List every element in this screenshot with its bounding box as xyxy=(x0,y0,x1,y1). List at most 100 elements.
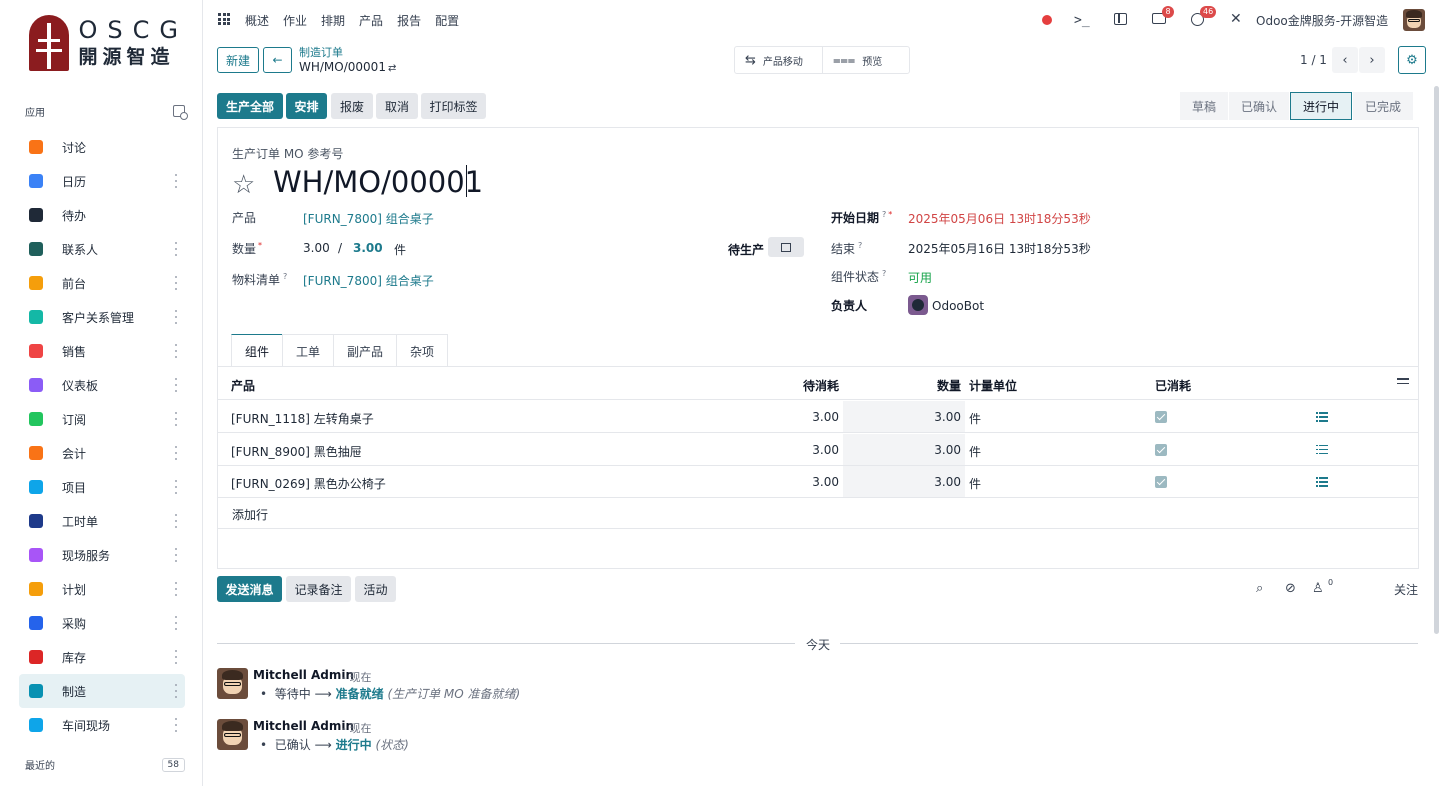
start-date-field[interactable]: 2025年05月06日 13时18分53秒 xyxy=(908,210,1091,227)
more-options-icon[interactable] xyxy=(174,718,177,732)
app-menu-grid-icon[interactable] xyxy=(218,13,230,25)
sidebar-item-contacts[interactable]: 联系人 xyxy=(19,232,185,266)
cancel-button[interactable]: 取消 xyxy=(376,93,418,119)
company-logo[interactable]: OSCG 開源智造 xyxy=(28,12,188,74)
side-panel-icon[interactable] xyxy=(1114,13,1127,25)
sidebar-item-subscription[interactable]: 订阅 xyxy=(19,402,185,436)
sidebar-item-frontdesk[interactable]: 前台 xyxy=(19,266,185,300)
sidebar-item-project[interactable]: 项目 xyxy=(19,470,185,504)
recent-section[interactable]: 最近的 58 xyxy=(25,757,185,772)
menu-planning[interactable]: 排期 xyxy=(321,12,345,29)
plan-button[interactable]: 安排 xyxy=(286,93,327,119)
sidebar-item-manufacturing[interactable]: 制造 xyxy=(19,674,185,708)
component-status-help-icon[interactable]: ? xyxy=(882,269,886,278)
produce-all-button[interactable]: 生产全部 xyxy=(217,93,283,119)
sidebar-item-field-service[interactable]: 现场服务 xyxy=(19,538,185,572)
end-date-help-icon[interactable]: ? xyxy=(858,241,862,250)
menu-overview[interactable]: 概述 xyxy=(245,12,269,29)
record-icon[interactable] xyxy=(1042,15,1052,25)
table-row-quantity[interactable]: 3.00 xyxy=(900,475,961,489)
message-author[interactable]: Mitchell Admin xyxy=(253,719,354,733)
sidebar-item-sales[interactable]: 销售 xyxy=(19,334,185,368)
send-message-button[interactable]: 发送消息 xyxy=(217,576,282,602)
more-options-icon[interactable] xyxy=(174,616,177,630)
sidebar-item-shop-floor[interactable]: 车间现场 xyxy=(19,708,185,742)
tab-miscellaneous[interactable]: 杂项 xyxy=(396,334,449,367)
column-header-uom[interactable]: 计量单位 xyxy=(969,377,1017,394)
company-switcher[interactable]: Odoo金牌服务-开源智造 xyxy=(1256,12,1388,29)
sidebar-item-crm[interactable]: 客户关系管理 xyxy=(19,300,185,334)
more-options-icon[interactable] xyxy=(174,378,177,392)
start-date-help-icon[interactable]: ? xyxy=(882,210,886,219)
details-list-icon[interactable] xyxy=(1316,477,1328,487)
optional-columns-icon[interactable] xyxy=(1397,378,1409,388)
bom-field[interactable]: [FURN_7800] 组合桌子 xyxy=(303,272,434,289)
sidebar-item-dashboard[interactable]: 仪表板 xyxy=(19,368,185,402)
print-labels-button[interactable]: 打印标签 xyxy=(421,93,486,119)
column-header-quantity[interactable]: 数量 xyxy=(937,377,961,394)
follow-button[interactable]: 关注 xyxy=(1394,581,1418,598)
more-options-icon[interactable] xyxy=(174,684,177,698)
more-options-icon[interactable] xyxy=(174,480,177,494)
form-scrollbar[interactable] xyxy=(1434,86,1439,634)
consumed-checkbox[interactable] xyxy=(1155,411,1167,423)
status-done[interactable]: 已完成 xyxy=(1353,92,1414,120)
tools-icon[interactable]: ✕ xyxy=(1230,11,1242,27)
details-list-icon[interactable] xyxy=(1316,444,1328,455)
back-button[interactable]: ← xyxy=(263,47,292,73)
message-author-avatar[interactable] xyxy=(217,719,248,750)
log-note-button[interactable]: 记录备注 xyxy=(286,576,351,602)
column-header-consumed[interactable]: 已消耗 xyxy=(1155,377,1191,394)
product-field[interactable]: [FURN_7800] 组合桌子 xyxy=(303,210,434,227)
pager-value[interactable]: 1 / 1 xyxy=(1300,53,1327,67)
more-options-icon[interactable] xyxy=(174,310,177,324)
more-options-icon[interactable] xyxy=(174,514,177,528)
sidebar-item-accounting[interactable]: 会计 xyxy=(19,436,185,470)
smart-button-product-moves[interactable]: ⇆ 产品移动 xyxy=(735,47,823,73)
record-actions-gear-icon[interactable]: ⇄ xyxy=(388,63,396,74)
more-options-icon[interactable] xyxy=(174,242,177,256)
message-author[interactable]: Mitchell Admin xyxy=(253,668,354,682)
message-author-avatar[interactable] xyxy=(217,668,248,699)
breadcrumb-parent[interactable]: 制造订单 xyxy=(299,44,343,60)
record-title[interactable]: WH/MO/00001 xyxy=(273,165,483,199)
end-date-field[interactable]: 2025年05月16日 13时18分53秒 xyxy=(908,240,1091,257)
table-row-quantity[interactable]: 3.00 xyxy=(900,443,961,457)
more-options-icon[interactable] xyxy=(174,446,177,460)
sidebar-item-timesheet[interactable]: 工时单 xyxy=(19,504,185,538)
new-button[interactable]: 新建 xyxy=(217,47,259,73)
sidebar-item-calendar[interactable]: 日历 xyxy=(19,164,185,198)
column-header-to-consume[interactable]: 待消耗 xyxy=(803,377,839,394)
table-row-product[interactable]: [FURN_1118] 左转角桌子 xyxy=(231,410,374,427)
consumed-checkbox[interactable] xyxy=(1155,476,1167,488)
more-options-icon[interactable] xyxy=(174,650,177,664)
column-header-product[interactable]: 产品 xyxy=(231,377,255,394)
more-options-icon[interactable] xyxy=(174,174,177,188)
followers-icon[interactable]: ♙ xyxy=(1312,581,1324,596)
sidebar-item-todo[interactable]: 待办 xyxy=(19,198,185,232)
activity-button[interactable]: 活动 xyxy=(355,576,396,602)
sidebar-item-purchase[interactable]: 采购 xyxy=(19,606,185,640)
menu-configuration[interactable]: 配置 xyxy=(435,12,459,29)
menu-products[interactable]: 产品 xyxy=(359,12,383,29)
more-options-icon[interactable] xyxy=(174,344,177,358)
smart-button-preview[interactable]: ⩶ 预览 xyxy=(823,47,882,73)
sidebar-item-planning[interactable]: 计划 xyxy=(19,572,185,606)
status-draft[interactable]: 草稿 xyxy=(1180,92,1229,120)
debug-icon[interactable]: ⚙ xyxy=(1398,46,1426,74)
more-options-icon[interactable] xyxy=(174,276,177,290)
consumed-checkbox[interactable] xyxy=(1155,443,1167,456)
sidebar-item-discuss[interactable]: 讨论 xyxy=(19,130,185,164)
search-icon[interactable]: ⌕ xyxy=(1256,581,1263,596)
menu-operations[interactable]: 作业 xyxy=(283,12,307,29)
table-row-product[interactable]: [FURN_0269] 黑色办公椅子 xyxy=(231,475,386,492)
forecast-chart-button[interactable] xyxy=(768,237,804,257)
bom-help-icon[interactable]: ? xyxy=(283,272,287,281)
pager-next-button[interactable]: › xyxy=(1359,47,1385,73)
table-row-product[interactable]: [FURN_8900] 黑色抽屉 xyxy=(231,443,362,460)
more-options-icon[interactable] xyxy=(174,412,177,426)
app-search-icon[interactable] xyxy=(173,105,188,120)
add-line-link[interactable]: 添加行 xyxy=(232,506,268,523)
tab-by-products[interactable]: 副产品 xyxy=(333,334,398,367)
tab-components[interactable]: 组件 xyxy=(231,334,284,367)
